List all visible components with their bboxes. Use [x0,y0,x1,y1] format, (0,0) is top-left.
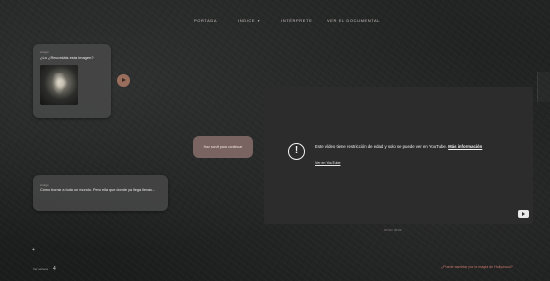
message-sender: Amigo [40,50,49,54]
restriction-text: Este vídeo tiene restricción de edad y s… [315,144,447,149]
video-player[interactable]: ! Este vídeo tiene restricción de edad y… [264,87,533,224]
video-restriction-message: Este vídeo tiene restricción de edad y s… [315,144,520,149]
side-panel-edge [537,72,550,102]
footer-scene-indicator: Ver escena 4 [33,266,56,272]
chat-message-card-2: Amigo Cómo borrar a toda un mundo. Pero … [33,175,168,211]
video-caption: 00:00 / 00:00 [384,228,402,232]
photo-figure [52,73,66,95]
footer-left-label: Ver escena [33,267,49,271]
scene-number: 4 [53,266,56,272]
nav-item-indice-label: Indice [238,18,256,23]
reply-bubble[interactable]: Haz scroll para continuar [193,136,253,158]
watch-on-youtube-link[interactable]: Ver en YouTube [315,161,340,165]
alert-circle-icon: ! [288,143,305,160]
message-photo[interactable] [40,65,78,105]
chat-message-card: Amigo ¿Lo ¿Recordáis esta imagen? [33,44,111,118]
nav-item-interprete[interactable]: Intérprete [281,18,312,23]
top-navigation: Portada Indice ▼ Intérprete Ver el docume… [0,18,550,28]
nav-item-portada[interactable]: Portada [194,18,217,23]
reply-text: Haz scroll para continuar [203,145,243,149]
chevron-down-icon: ▼ [257,19,261,23]
more-info-link[interactable]: Más información [448,144,482,149]
nav-item-indice[interactable]: Indice ▼ [238,18,261,23]
nav-item-documental[interactable]: Ver el documental [327,18,380,23]
sparkle-icon[interactable]: + [32,248,36,253]
message-sender: Amigo [40,183,49,187]
youtube-logo-icon[interactable] [518,210,529,218]
message-text: ¿Lo ¿Recordáis esta imagen? [40,55,94,60]
next-section-link[interactable]: ¿Puede cambiar por la magia de Hollywood… [441,265,513,269]
play-button[interactable] [117,74,130,87]
message-text: Cómo borrar a toda un mundo. Pero ella q… [40,188,156,192]
